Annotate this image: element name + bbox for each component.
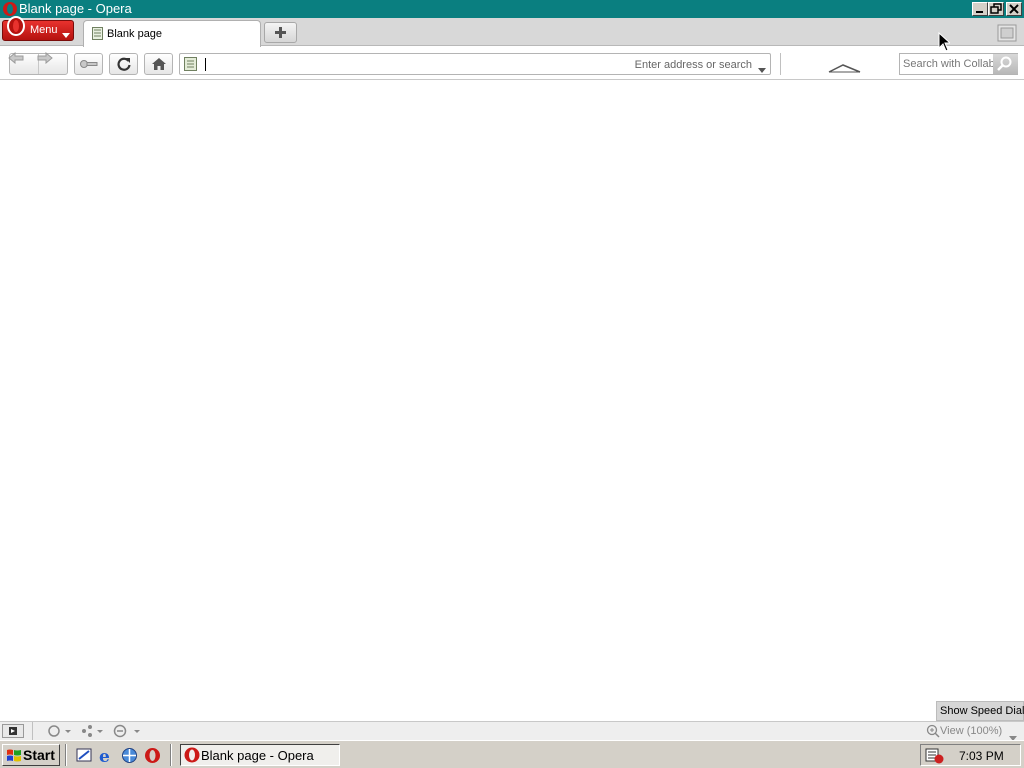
divider	[65, 744, 67, 766]
home-button[interactable]	[144, 53, 173, 75]
navigation-toolbar: Enter address or search Search with Coll…	[0, 47, 1024, 80]
window-title: Blank page - Opera	[19, 1, 132, 16]
new-tab-button[interactable]	[264, 22, 297, 43]
taskbar-item-opera[interactable]: Blank page - Opera	[180, 744, 340, 766]
chevron-down-icon[interactable]	[758, 62, 766, 76]
back-button[interactable]	[8, 52, 39, 74]
tray-calendar-icon[interactable]	[925, 747, 945, 768]
show-desktop-icon[interactable]	[76, 747, 93, 764]
sync-button[interactable]	[45, 724, 73, 741]
opera-quicklaunch-icon[interactable]	[144, 747, 161, 764]
sync-icon	[48, 725, 71, 737]
text-cursor	[205, 58, 206, 71]
chevron-down-icon	[62, 29, 70, 41]
turbo-icon	[113, 724, 140, 738]
search-engine-selector[interactable]	[780, 53, 898, 75]
search-button[interactable]	[993, 54, 1018, 74]
windows-taskbar: Start e Blank page - Opera 7:03 PM	[0, 740, 1024, 768]
status-bar: View (100%)	[0, 721, 1024, 741]
panel-icon	[9, 727, 17, 735]
clock[interactable]: 7:03 PM	[959, 749, 1004, 763]
system-tray: 7:03 PM	[920, 744, 1021, 766]
zoom-label[interactable]: View (100%)	[940, 725, 1002, 737]
restore-button[interactable]	[988, 2, 1004, 16]
divider	[170, 744, 172, 766]
tab-options-button[interactable]	[997, 24, 1017, 42]
opera-logo-icon	[5, 16, 27, 39]
key-icon	[79, 60, 97, 68]
search-icon	[997, 56, 1012, 71]
unite-icon	[82, 725, 103, 737]
zoom-icon	[926, 724, 940, 741]
window-titlebar[interactable]: Blank page - Opera	[0, 0, 1024, 18]
reload-icon	[116, 57, 131, 71]
panel-toggle-button[interactable]	[2, 724, 24, 738]
back-forward-group	[8, 52, 68, 75]
task-label: Blank page - Opera	[201, 748, 314, 763]
forward-button[interactable]	[37, 52, 68, 74]
opera-menu-button[interactable]: Menu	[2, 16, 74, 41]
tab-strip: Menu Blank page	[0, 16, 1024, 47]
opera-logo-icon	[2, 1, 18, 17]
close-button[interactable]	[1006, 2, 1022, 16]
window-icon	[997, 24, 1017, 42]
address-bar[interactable]: Enter address or search	[179, 53, 771, 75]
page-icon	[92, 27, 103, 43]
minimize-button[interactable]	[972, 2, 988, 16]
search-engine-icon	[828, 64, 861, 73]
mouse-cursor-icon	[938, 31, 952, 55]
network-icon[interactable]	[121, 747, 138, 764]
arrow-right-icon	[37, 52, 53, 64]
show-speed-dial-button[interactable]: Show Speed Dial	[936, 701, 1024, 721]
turbo-button[interactable]	[113, 724, 143, 741]
svg-text:e: e	[99, 747, 110, 764]
address-input[interactable]	[210, 55, 630, 73]
wand-button[interactable]	[74, 53, 103, 75]
page-content[interactable]	[0, 81, 1024, 721]
divider	[32, 722, 33, 740]
internet-explorer-icon[interactable]: e	[98, 747, 115, 767]
arrow-left-icon	[8, 52, 24, 64]
plus-icon	[275, 27, 286, 38]
opera-logo-icon	[184, 747, 200, 763]
tab-label: Blank page	[107, 28, 163, 40]
reload-button[interactable]	[109, 53, 138, 75]
unite-button[interactable]	[80, 724, 106, 741]
page-info-icon[interactable]	[184, 57, 197, 74]
home-icon	[151, 58, 166, 70]
speed-dial-label: Show Speed Dial	[940, 705, 1024, 717]
address-placeholder: Enter address or search	[634, 59, 752, 71]
menu-label: Menu	[30, 24, 58, 36]
start-button[interactable]: Start	[2, 744, 60, 766]
search-placeholder: Search with Collab	[903, 58, 995, 70]
tab-blank-page[interactable]: Blank page	[83, 20, 261, 47]
windows-logo-icon	[7, 749, 21, 762]
start-label: Start	[23, 747, 55, 763]
